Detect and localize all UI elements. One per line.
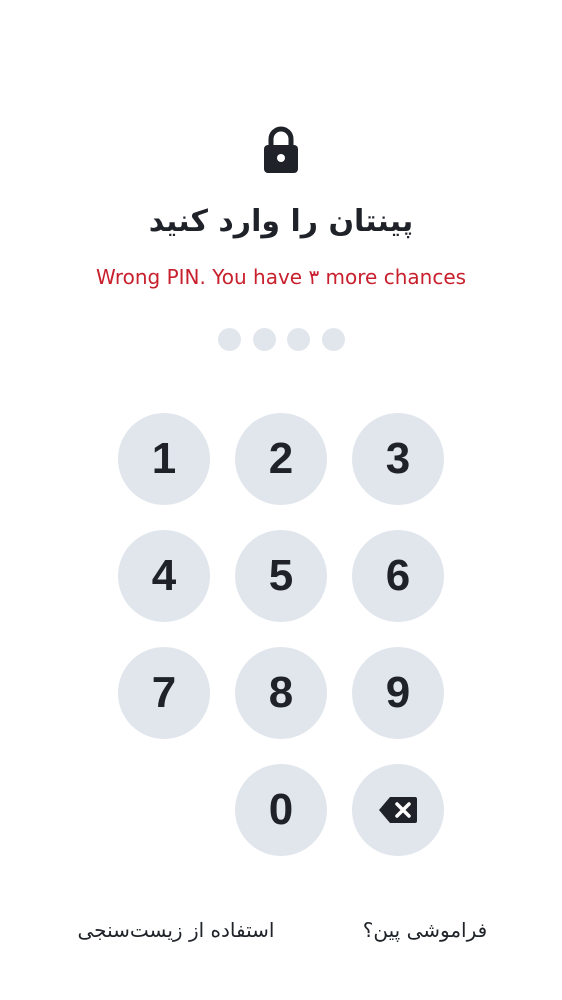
key-5[interactable]: 5 bbox=[235, 530, 327, 622]
key-7[interactable]: 7 bbox=[118, 647, 210, 739]
key-9[interactable]: 9 bbox=[352, 647, 444, 739]
key-6[interactable]: 6 bbox=[352, 530, 444, 622]
pin-dot bbox=[218, 328, 241, 351]
forgot-pin-link[interactable]: فراموشی پین؟ bbox=[358, 912, 492, 948]
page-title: پینتان را وارد کنید bbox=[148, 204, 414, 239]
pin-dot bbox=[287, 328, 311, 351]
key-4[interactable]: 4 bbox=[118, 530, 210, 622]
lock-icon bbox=[264, 126, 298, 173]
pin-indicator bbox=[218, 328, 345, 351]
key-1[interactable]: 1 bbox=[118, 413, 210, 505]
use-biometrics-link[interactable]: استفاده از زیست‌سنجی bbox=[70, 912, 282, 948]
error-message: Wrong PIN. You have ۳ more chances bbox=[95, 265, 467, 289]
pin-dot bbox=[252, 328, 276, 351]
key-2[interactable]: 2 bbox=[235, 413, 327, 505]
backspace-button[interactable] bbox=[352, 764, 444, 856]
pin-dot bbox=[321, 328, 345, 351]
key-3[interactable]: 3 bbox=[352, 413, 444, 505]
backspace-icon bbox=[379, 797, 417, 823]
key-0[interactable]: 0 bbox=[235, 764, 327, 856]
key-8[interactable]: 8 bbox=[235, 647, 327, 739]
